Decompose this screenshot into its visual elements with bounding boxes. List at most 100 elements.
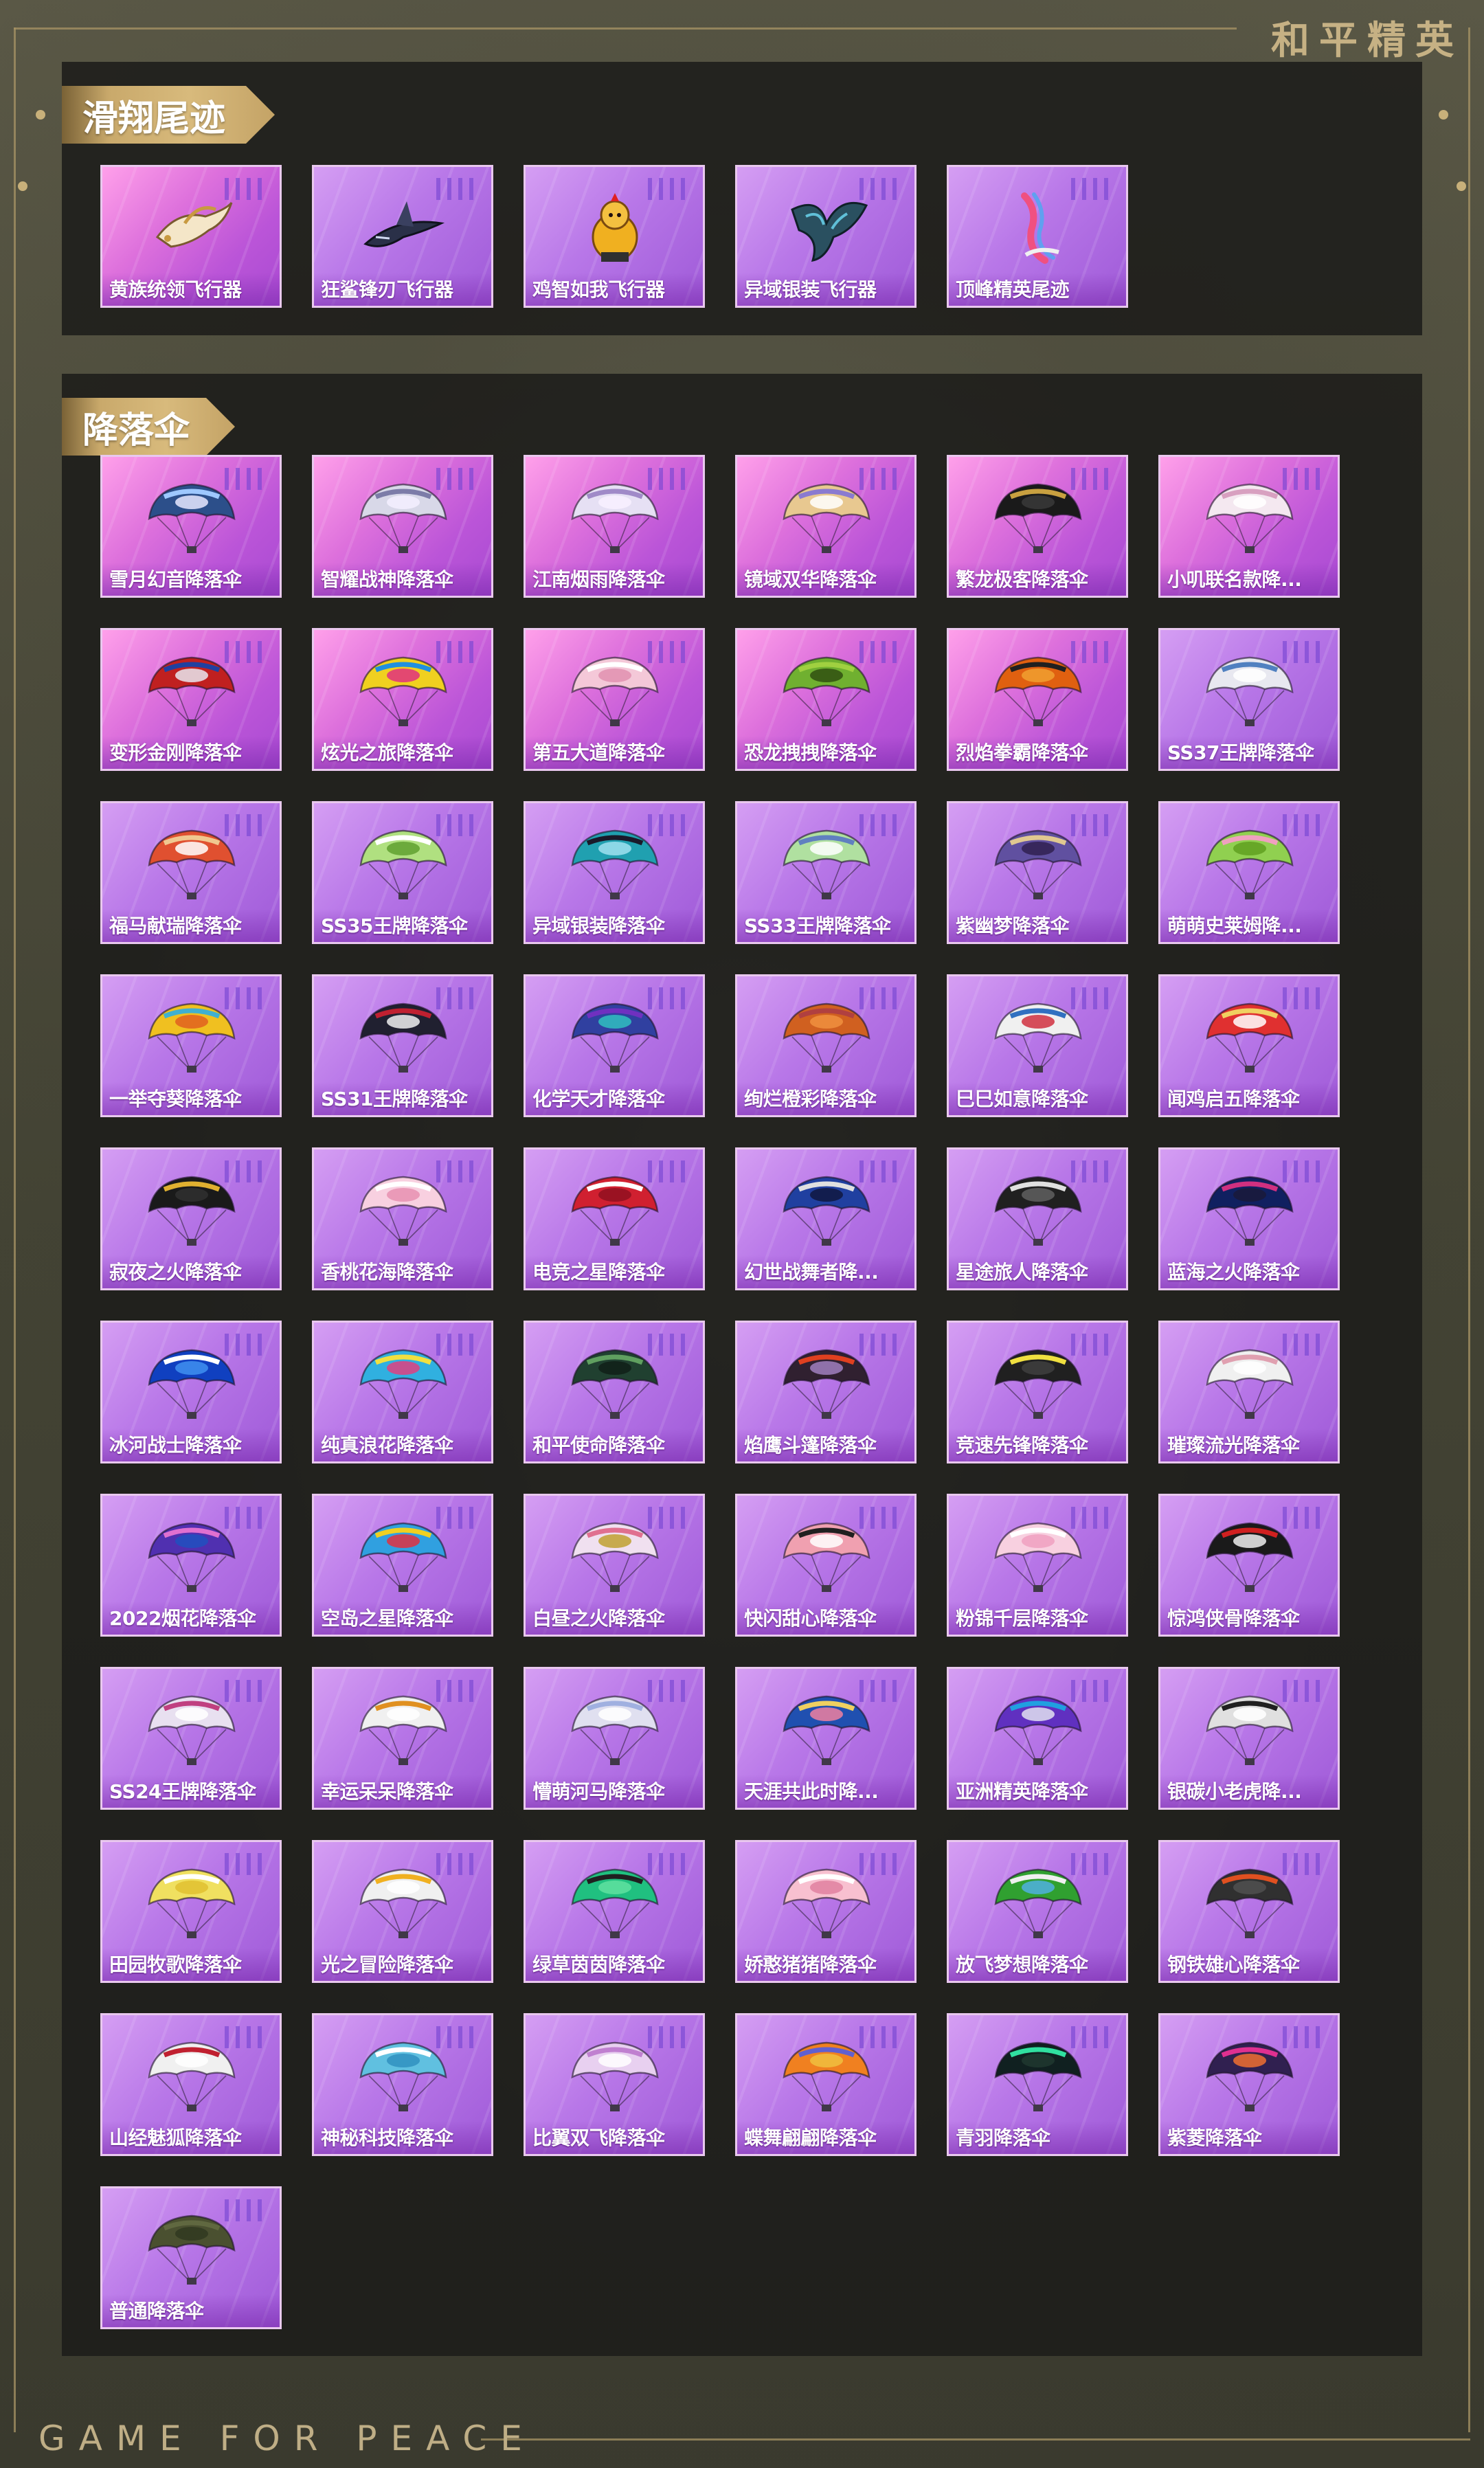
card-label: SS35王牌降落伞 bbox=[321, 915, 468, 937]
parachute-item-card[interactable]: 幸运呆呆降落伞 bbox=[312, 1667, 493, 1810]
parachute-item-card[interactable]: 焰鹰斗篷降落伞 bbox=[735, 1321, 917, 1463]
parachute-item-card[interactable]: 江南烟雨降落伞 bbox=[524, 455, 705, 598]
parachute-icon bbox=[567, 652, 663, 729]
parachute-item-card[interactable]: 白昼之火降落伞 bbox=[524, 1494, 705, 1637]
card-label: 璀璨流光降落伞 bbox=[1167, 1434, 1300, 1457]
frame-top-line bbox=[14, 27, 1237, 30]
card-label: 香桃花海降落伞 bbox=[321, 1261, 453, 1283]
parachute-icon bbox=[1202, 1691, 1298, 1768]
parachute-item-card[interactable]: 璀璨流光降落伞 bbox=[1158, 1321, 1340, 1463]
parachute-item-card[interactable]: 田园牧歌降落伞 bbox=[100, 1840, 282, 1983]
glide-item-card[interactable]: 顶峰精英尾迹 bbox=[947, 165, 1128, 308]
parachute-item-card[interactable]: 香桃花海降落伞 bbox=[312, 1147, 493, 1290]
parachute-item-card[interactable]: 山经魅狐降落伞 bbox=[100, 2013, 282, 2156]
card-label: 闻鸡启五降落伞 bbox=[1167, 1088, 1300, 1110]
parachute-item-card[interactable]: 闻鸡启五降落伞 bbox=[1158, 974, 1340, 1117]
card-label: 白昼之火降落伞 bbox=[532, 1607, 665, 1630]
parachute-item-card[interactable]: 娇憨猪猪降落伞 bbox=[735, 1840, 917, 1983]
parachute-item-card[interactable]: 星途旅人降落伞 bbox=[947, 1147, 1128, 1290]
parachute-item-card[interactable]: 小叽联名款降... bbox=[1158, 455, 1340, 598]
parachute-item-card[interactable]: 紫菱降落伞 bbox=[1158, 2013, 1340, 2156]
parachute-item-card[interactable]: 纯真浪花降落伞 bbox=[312, 1321, 493, 1463]
trail-icon bbox=[990, 189, 1086, 266]
parachute-item-card[interactable]: 异域银装降落伞 bbox=[524, 801, 705, 944]
parachute-icon bbox=[567, 1518, 663, 1595]
card-label: 和平使命降落伞 bbox=[532, 1434, 665, 1457]
glide-item-card[interactable]: 鸡智如我飞行器 bbox=[524, 165, 705, 308]
parachute-item-card[interactable]: 空岛之星降落伞 bbox=[312, 1494, 493, 1637]
parachute-item-card[interactable]: 繁龙极客降落伞 bbox=[947, 455, 1128, 598]
parachute-item-card[interactable]: 钢铁雄心降落伞 bbox=[1158, 1840, 1340, 1983]
parachute-item-card[interactable]: 蝶舞翩翩降落伞 bbox=[735, 2013, 917, 2156]
parachute-icon bbox=[144, 2037, 240, 2114]
parachute-item-card[interactable]: 福马献瑞降落伞 bbox=[100, 801, 282, 944]
parachute-item-card[interactable]: SS37王牌降落伞 bbox=[1158, 628, 1340, 771]
card-label: 恐龙拽拽降落伞 bbox=[744, 741, 877, 764]
parachute-item-card[interactable]: 普通降落伞 bbox=[100, 2186, 282, 2329]
card-label: 蓝海之火降落伞 bbox=[1167, 1261, 1300, 1283]
card-label: 焰鹰斗篷降落伞 bbox=[744, 1434, 877, 1457]
parachute-item-card[interactable]: 烈焰拳霸降落伞 bbox=[947, 628, 1128, 771]
parachute-item-card[interactable]: 神秘科技降落伞 bbox=[312, 2013, 493, 2156]
parachute-item-card[interactable]: 萌萌史莱姆降... bbox=[1158, 801, 1340, 944]
parachute-item-card[interactable]: SS24王牌降落伞 bbox=[100, 1667, 282, 1810]
parachute-item-card[interactable]: 比翼双飞降落伞 bbox=[524, 2013, 705, 2156]
parachute-item-card[interactable]: 化学天才降落伞 bbox=[524, 974, 705, 1117]
card-label: 福马献瑞降落伞 bbox=[109, 915, 242, 937]
parachute-item-card[interactable]: 粉锦千层降落伞 bbox=[947, 1494, 1128, 1637]
card-label: 巳巳如意降落伞 bbox=[956, 1088, 1088, 1110]
card-label: 空岛之星降落伞 bbox=[321, 1607, 453, 1630]
parachute-item-card[interactable]: 光之冒险降落伞 bbox=[312, 1840, 493, 1983]
parachute-item-card[interactable]: 竞速先锋降落伞 bbox=[947, 1321, 1128, 1463]
card-label: 萌萌史莱姆降... bbox=[1167, 915, 1302, 937]
parachute-item-card[interactable]: 冰河战士降落伞 bbox=[100, 1321, 282, 1463]
parachute-item-card[interactable]: 天涯共此时降... bbox=[735, 1667, 917, 1810]
parachute-item-card[interactable]: 青羽降落伞 bbox=[947, 2013, 1128, 2156]
parachute-item-card[interactable]: 恐龙拽拽降落伞 bbox=[735, 628, 917, 771]
glide-item-card[interactable]: 狂鲨锋刃飞行器 bbox=[312, 165, 493, 308]
card-label: 寂夜之火降落伞 bbox=[109, 1261, 242, 1283]
card-label: 比翼双飞降落伞 bbox=[532, 2127, 665, 2149]
parachute-item-card[interactable]: 第五大道降落伞 bbox=[524, 628, 705, 771]
parachute-item-card[interactable]: 寂夜之火降落伞 bbox=[100, 1147, 282, 1290]
parachute-item-card[interactable]: SS33王牌降落伞 bbox=[735, 801, 917, 944]
parachute-item-card[interactable]: 懵萌河马降落伞 bbox=[524, 1667, 705, 1810]
parachute-item-card[interactable]: 2022烟花降落伞 bbox=[100, 1494, 282, 1637]
parachute-item-card[interactable]: 智耀战神降落伞 bbox=[312, 455, 493, 598]
parachute-item-card[interactable]: 快闪甜心降落伞 bbox=[735, 1494, 917, 1637]
parachute-item-card[interactable]: SS35王牌降落伞 bbox=[312, 801, 493, 944]
parachute-icon bbox=[778, 1691, 875, 1768]
parachute-item-card[interactable]: 紫幽梦降落伞 bbox=[947, 801, 1128, 944]
frame-dot bbox=[36, 110, 45, 120]
parachute-item-card[interactable]: 幻世战舞者降... bbox=[735, 1147, 917, 1290]
parachute-icon bbox=[990, 1345, 1086, 1422]
parachute-item-card[interactable]: 雪月幻音降落伞 bbox=[100, 455, 282, 598]
parachute-item-card[interactable]: 惊鸿侠骨降落伞 bbox=[1158, 1494, 1340, 1637]
glide-item-card[interactable]: 异域银装飞行器 bbox=[735, 165, 917, 308]
parachute-item-card[interactable]: 一举夺葵降落伞 bbox=[100, 974, 282, 1117]
parachute-icon bbox=[144, 1691, 240, 1768]
parachute-item-card[interactable]: 放飞梦想降落伞 bbox=[947, 1840, 1128, 1983]
parachute-item-card[interactable]: 银碳小老虎降... bbox=[1158, 1667, 1340, 1810]
parachute-icon bbox=[1202, 1345, 1298, 1422]
parachute-icon bbox=[1202, 1171, 1298, 1248]
parachute-item-card[interactable]: 炫光之旅降落伞 bbox=[312, 628, 493, 771]
card-label: 幻世战舞者降... bbox=[744, 1261, 879, 1283]
parachute-item-card[interactable]: 绿草茵茵降落伞 bbox=[524, 1840, 705, 1983]
parachute-icon bbox=[990, 825, 1086, 902]
parachute-item-card[interactable]: 巳巳如意降落伞 bbox=[947, 974, 1128, 1117]
parachute-item-card[interactable]: 电竞之星降落伞 bbox=[524, 1147, 705, 1290]
parachute-item-card[interactable]: 变形金刚降落伞 bbox=[100, 628, 282, 771]
card-label: 神秘科技降落伞 bbox=[321, 2127, 453, 2149]
parachute-icon bbox=[778, 1171, 875, 1248]
parachute-item-card[interactable]: 镜域双华降落伞 bbox=[735, 455, 917, 598]
glide-item-card[interactable]: 黄族统领飞行器 bbox=[100, 165, 282, 308]
parachute-item-card[interactable]: 亚洲精英降落伞 bbox=[947, 1667, 1128, 1810]
parachute-icon bbox=[1202, 479, 1298, 556]
parachute-item-card[interactable]: 蓝海之火降落伞 bbox=[1158, 1147, 1340, 1290]
parachute-panel: 降落伞 雪月幻音降落伞 智耀战神降落伞 江南烟雨降落伞 镜域双华降落伞 繁龙极客降落伞 小… bbox=[62, 374, 1422, 2356]
alien-glider-icon bbox=[778, 189, 875, 266]
parachute-item-card[interactable]: SS31王牌降落伞 bbox=[312, 974, 493, 1117]
parachute-item-card[interactable]: 和平使命降落伞 bbox=[524, 1321, 705, 1463]
parachute-item-card[interactable]: 绚烂橙彩降落伞 bbox=[735, 974, 917, 1117]
